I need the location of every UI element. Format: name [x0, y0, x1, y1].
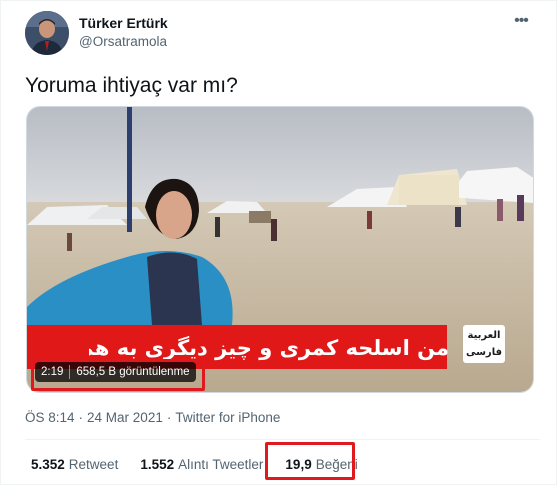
retweets-count: 5.352: [31, 457, 65, 472]
meta-separator: ·: [78, 410, 84, 425]
author-name[interactable]: Türker Ertürk: [79, 14, 168, 32]
tweet-meta: ÖS 8:14 · 24 Mar 2021 · Twitter for iPho…: [25, 410, 280, 425]
view-count-highlight: [31, 359, 205, 391]
avatar[interactable]: [25, 11, 69, 55]
quotes-count: 1.552: [140, 457, 175, 472]
tweet-source[interactable]: Twitter for iPhone: [175, 410, 280, 425]
tweet-time[interactable]: ÖS 8:14: [25, 410, 75, 425]
more-horizontal-icon[interactable]: •••: [510, 13, 532, 33]
author-info: Türker Ertürk @Orsatramola: [79, 14, 168, 51]
likes-highlight: [265, 442, 355, 480]
logo-line-1: العربية: [467, 330, 501, 341]
tweet-date[interactable]: 24 Mar 2021: [87, 410, 163, 425]
retweets-label: Retweet: [68, 457, 119, 472]
meta-separator: ·: [166, 410, 172, 425]
quotes-stat[interactable]: 1.552 Alıntı Tweetler: [140, 457, 263, 472]
tweet-text: Yoruma ihtiyaç var mı?: [25, 74, 238, 97]
tweet-card: Türker Ertürk @Orsatramola ••• Yoruma ih…: [0, 0, 557, 485]
logo-line-2: فارسی: [465, 347, 502, 358]
divider-top: [25, 439, 540, 440]
channel-logo: العربية فارسی: [463, 325, 505, 363]
quotes-label: Alıntı Tweetler: [178, 457, 264, 472]
tweet-header: Türker Ertürk @Orsatramola •••: [25, 11, 540, 59]
video-player[interactable]: من اسلحه کمری و چیز دیگری به همراه ندارم…: [26, 106, 534, 393]
retweets-stat[interactable]: 5.352 Retweet: [31, 457, 118, 472]
author-handle[interactable]: @Orsatramola: [79, 33, 168, 51]
